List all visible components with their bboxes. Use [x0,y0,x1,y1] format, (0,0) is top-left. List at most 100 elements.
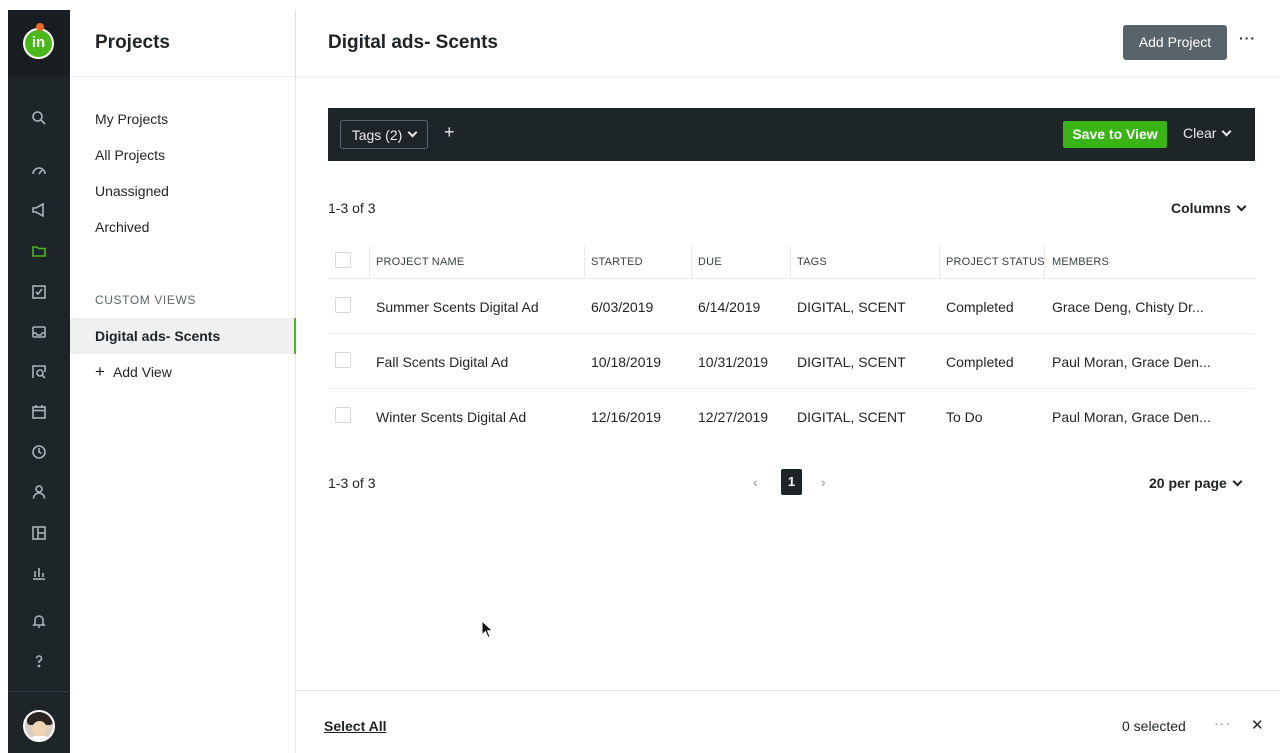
next-page-icon[interactable]: › [821,474,826,490]
column-separator [369,246,370,279]
chevron-down-icon [407,127,418,138]
main-content: Digital ads- Scents Add Project ··· Tags… [296,10,1280,753]
result-count-bottom: 1-3 of 3 [328,475,376,491]
logo-area: in [8,10,70,76]
projects-table: PROJECT NAME STARTED DUE TAGS PROJECT ST… [328,244,1255,444]
status-cell: Completed [946,354,1014,370]
save-to-view-button[interactable]: Save to View [1063,121,1167,148]
current-page-button[interactable]: 1 [781,469,802,495]
add-view-label: Add View [112,364,172,380]
app-logo[interactable]: in [23,28,54,59]
per-page-select[interactable]: 20 per page [1149,475,1243,491]
dashboard-icon[interactable] [29,160,49,180]
per-page-label: 20 per page [1149,475,1227,491]
task-check-icon[interactable] [29,282,49,302]
divider [70,76,296,77]
folder-icon[interactable] [29,241,49,261]
custom-views-label: CUSTOM VIEWS [95,293,196,307]
column-header-started[interactable]: STARTED [591,256,643,268]
more-options-icon[interactable]: ··· [1239,30,1256,46]
custom-view-digital-ads-scents[interactable]: Digital ads- Scents [70,318,296,354]
filter-bar: Tags (2) + Save to View Clear [328,108,1255,161]
tags-cell: DIGITAL, SCENT [797,299,906,315]
column-separator [939,246,940,279]
layout-icon[interactable] [29,523,49,543]
members-cell: Paul Moran, Grace Den... [1052,409,1211,425]
tags-cell: DIGITAL, SCENT [797,409,906,425]
started-cell: 10/18/2019 [591,354,662,370]
proof-search-icon[interactable] [29,362,49,382]
row-checkbox[interactable] [335,297,351,313]
icon-rail: in [8,10,70,753]
column-separator [691,246,692,279]
close-icon[interactable]: ✕ [1251,716,1264,734]
clear-label: Clear [1183,125,1217,141]
status-cell: Completed [946,299,1014,315]
help-icon[interactable] [29,651,49,671]
column-separator [790,246,791,279]
column-header-members[interactable]: MEMBERS [1052,256,1109,268]
table-row[interactable]: Winter Scents Digital Ad 12/16/2019 12/2… [328,389,1255,444]
inbox-icon[interactable] [29,322,49,342]
due-cell: 10/31/2019 [698,354,769,370]
column-separator [1044,246,1045,279]
more-options-icon[interactable]: ··· [1214,715,1231,731]
clear-button[interactable]: Clear [1183,125,1232,141]
logo-dot [36,23,44,31]
column-separator [584,246,585,279]
nav-my-projects[interactable]: My Projects [95,111,168,127]
status-cell: To Do [946,409,983,425]
window-top-margin [0,0,1280,10]
chevron-down-icon [1222,126,1232,136]
nav-all-projects[interactable]: All Projects [95,147,165,163]
select-all-checkbox[interactable] [335,252,351,268]
project-name-cell[interactable]: Winter Scents Digital Ad [376,409,526,425]
nav-unassigned[interactable]: Unassigned [95,183,169,199]
due-cell: 6/14/2019 [698,299,761,315]
column-header-tags[interactable]: TAGS [797,256,827,268]
reports-chart-icon[interactable] [29,563,49,583]
due-cell: 12/27/2019 [698,409,769,425]
members-cell: Grace Deng, Chisty Dr... [1052,299,1204,315]
table-row[interactable]: Fall Scents Digital Ad 10/18/2019 10/31/… [328,334,1255,389]
custom-view-label: Digital ads- Scents [95,328,221,344]
clock-icon[interactable] [29,442,49,462]
add-view-button[interactable]: + Add View [95,363,172,380]
avatar[interactable] [23,710,55,742]
select-all-link[interactable]: Select All [324,718,387,734]
project-name-cell[interactable]: Summer Scents Digital Ad [376,299,539,315]
row-checkbox[interactable] [335,352,351,368]
started-cell: 6/03/2019 [591,299,654,315]
panel-title: Projects [95,32,170,53]
user-icon[interactable] [29,482,49,502]
projects-panel: Projects My Projects All Projects Unassi… [70,10,296,753]
table-row[interactable]: Summer Scents Digital Ad 6/03/2019 6/14/… [328,279,1255,334]
megaphone-icon[interactable] [29,200,49,220]
tags-filter-button[interactable]: Tags (2) [340,120,428,149]
previous-page-icon[interactable]: ‹ [753,474,758,490]
table-header-row: PROJECT NAME STARTED DUE TAGS PROJECT ST… [328,244,1255,279]
column-header-project-name[interactable]: PROJECT NAME [376,256,464,268]
page-title: Digital ads- Scents [328,32,498,53]
result-count: 1-3 of 3 [328,200,376,216]
column-header-due[interactable]: DUE [698,256,722,268]
bell-icon[interactable] [29,611,49,631]
columns-button[interactable]: Columns [1171,200,1247,216]
project-name-cell[interactable]: Fall Scents Digital Ad [376,354,508,370]
selected-count: 0 selected [1122,718,1186,734]
columns-label: Columns [1171,200,1231,216]
calendar-icon[interactable] [29,402,49,422]
search-icon[interactable] [29,108,49,128]
row-checkbox[interactable] [335,407,351,423]
window-left-margin [0,0,8,753]
column-header-project-status[interactable]: PROJECT STATUS [946,256,1045,268]
main-header: Digital ads- Scents Add Project ··· [296,10,1280,76]
chevron-down-icon [1232,476,1243,486]
add-project-button[interactable]: Add Project [1123,25,1227,60]
mouse-cursor-icon [481,620,494,639]
started-cell: 12/16/2019 [591,409,662,425]
add-filter-button[interactable]: + [444,122,455,143]
members-cell: Paul Moran, Grace Den... [1052,354,1211,370]
nav-archived[interactable]: Archived [95,219,149,235]
tags-filter-label: Tags (2) [351,126,403,143]
